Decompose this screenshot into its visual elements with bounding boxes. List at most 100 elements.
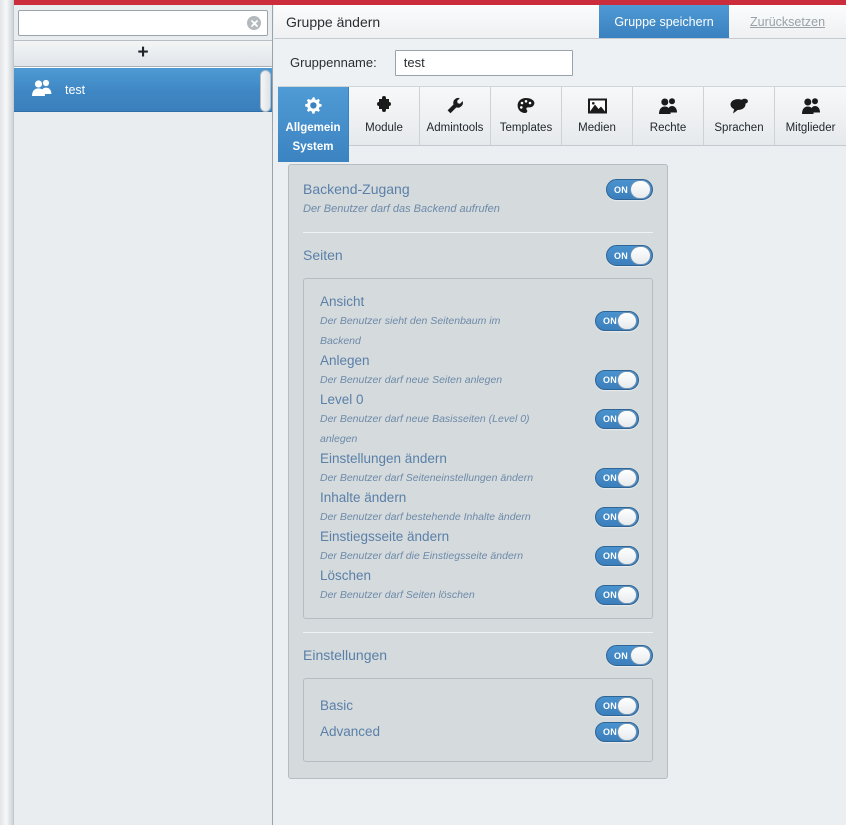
wrench-icon (445, 94, 465, 118)
list-item-label: test (65, 82, 86, 97)
tab-sprachen[interactable]: Sprachen (704, 87, 775, 145)
group-name-input[interactable] (394, 49, 573, 76)
toggle-einstiegsseite-aendern[interactable]: ON (595, 546, 639, 566)
toggle-state-label: ON (614, 184, 629, 195)
setting-einstellungen-aendern: Einstellungen ändern Der Benutzer darf S… (320, 449, 639, 488)
group-name-label: Gruppenname: (290, 55, 377, 70)
setting-description: Der Benutzer darf neue Basisseiten (Leve… (320, 413, 530, 445)
setting-title: Inhalte ändern (320, 490, 407, 505)
toggle-wrap: ON (595, 390, 639, 429)
toggle-wrap: ON (595, 488, 639, 527)
toggle-configuration[interactable]: ON (606, 645, 653, 666)
toggle-state-label: ON (603, 375, 618, 385)
toggle-state-label: ON (614, 250, 629, 261)
tab-mitglieder[interactable]: Mitglieder (775, 87, 846, 145)
toggle-basic[interactable]: ON (595, 696, 639, 716)
toggle-state-label: ON (614, 650, 629, 661)
sidebar-scrollbar[interactable] (259, 68, 272, 825)
toggle-knob (617, 547, 637, 565)
tab-admintools[interactable]: Admintools (420, 87, 491, 145)
setting-text: Backend-Zugang Der Benutzer darf das Bac… (303, 179, 606, 219)
tab-sublabel: System (292, 141, 334, 153)
toggle-knob (630, 246, 651, 265)
search-input[interactable] (19, 11, 267, 35)
toggle-pages[interactable]: ON (606, 245, 653, 266)
toggle-knob (617, 410, 637, 428)
setting-text: Einstellungen (303, 645, 606, 665)
tab-module[interactable]: Module (349, 87, 420, 145)
top-accent-bar (14, 0, 846, 5)
group-name-row: Gruppenname: (274, 39, 846, 86)
setting-title: Backend-Zugang (303, 181, 410, 197)
setting-configuration: Einstellungen ON (303, 645, 653, 666)
toggle-wrap: ON (595, 449, 639, 488)
setting-description: Der Benutzer darf neue Seiten anlegen (320, 374, 503, 386)
toggle-knob (617, 469, 637, 487)
toggle-knob (630, 180, 651, 199)
toggle-state-label: ON (603, 727, 618, 737)
tab-label: Allgemein (285, 122, 341, 134)
toggle-anlegen[interactable]: ON (595, 370, 639, 390)
search-box[interactable] (18, 10, 268, 36)
main-header: Gruppe ändern Gruppe speichern Zurückset… (274, 5, 846, 39)
toggle-wrap: ON (595, 566, 639, 605)
section-divider (303, 232, 653, 233)
toggle-wrap: ON (595, 351, 639, 390)
toggle-einstellungen-aendern[interactable]: ON (595, 468, 639, 488)
setting-text: Einstellungen ändern Der Benutzer darf S… (320, 449, 595, 488)
sidebar-scrollbar-thumb[interactable] (260, 70, 271, 112)
toggle-loeschen[interactable]: ON (595, 585, 639, 605)
tab-allgemein[interactable]: Allgemein System (278, 87, 349, 162)
setting-title: Einstellungen ändern (320, 451, 447, 466)
user-icon (658, 94, 678, 118)
toggle-state-label: ON (603, 551, 618, 561)
setting-loeschen: Löschen Der Benutzer darf Seiten löschen… (320, 566, 639, 605)
setting-text: Ansicht Der Benutzer sieht den Seitenbau… (320, 292, 595, 351)
content-area: Backend-Zugang Der Benutzer darf das Bac… (274, 146, 846, 824)
setting-title: Seiten (303, 247, 343, 263)
toggle-backend-access[interactable]: ON (606, 179, 653, 200)
tab-rechte[interactable]: Rechte (633, 87, 704, 145)
toggle-wrap: ON (595, 527, 639, 566)
user-icon (801, 94, 821, 118)
page-title: Gruppe ändern (286, 13, 381, 30)
tab-label: Mitglieder (785, 122, 836, 134)
setting-title: Einstellungen (303, 647, 388, 663)
toggle-level-0[interactable]: ON (595, 409, 639, 429)
toggle-state-label: ON (603, 512, 618, 522)
save-button[interactable]: Gruppe speichern (599, 5, 729, 38)
plus-icon: + (137, 42, 149, 63)
left-gutter (0, 0, 14, 825)
tab-templates[interactable]: Templates (491, 87, 562, 145)
toggle-state-label: ON (603, 414, 618, 424)
setting-anlegen: Anlegen Der Benutzer darf neue Seiten an… (320, 351, 639, 390)
section-divider (303, 632, 653, 633)
toggle-advanced[interactable]: ON (595, 722, 639, 742)
setting-title: Einstiegsseite ändern (320, 529, 450, 544)
toggle-inhalte-aendern[interactable]: ON (595, 507, 639, 527)
setting-inhalte-aendern: Inhalte ändern Der Benutzer darf bestehe… (320, 488, 639, 527)
setting-basic: Basic ON (320, 695, 639, 717)
setting-title: Basic (320, 698, 354, 713)
reset-button[interactable]: Zurücksetzen (729, 5, 846, 38)
setting-ansicht: Ansicht Der Benutzer sieht den Seitenbau… (320, 292, 639, 351)
group-list: test (14, 67, 272, 825)
palette-icon (516, 94, 536, 118)
setting-title: Advanced (320, 724, 381, 739)
tab-label: Medien (578, 122, 616, 134)
tab-label: Module (365, 122, 403, 134)
clear-circle-icon[interactable] (247, 16, 261, 30)
setting-title: Löschen (320, 568, 372, 583)
toggle-knob (617, 586, 637, 604)
image-icon (587, 94, 608, 118)
setting-level-0: Level 0 Der Benutzer darf neue Basisseit… (320, 390, 639, 449)
tab-medien[interactable]: Medien (562, 87, 633, 145)
setting-text: Anlegen Der Benutzer darf neue Seiten an… (320, 351, 595, 390)
toggle-knob (617, 312, 637, 330)
tab-label: Rechte (649, 122, 687, 134)
toggle-ansicht[interactable]: ON (595, 311, 639, 331)
add-group-button[interactable]: + (14, 40, 272, 67)
setting-text: Inhalte ändern Der Benutzer darf bestehe… (320, 488, 595, 527)
setting-description: Der Benutzer darf Seiten löschen (320, 589, 475, 601)
list-item[interactable]: test (14, 68, 272, 112)
